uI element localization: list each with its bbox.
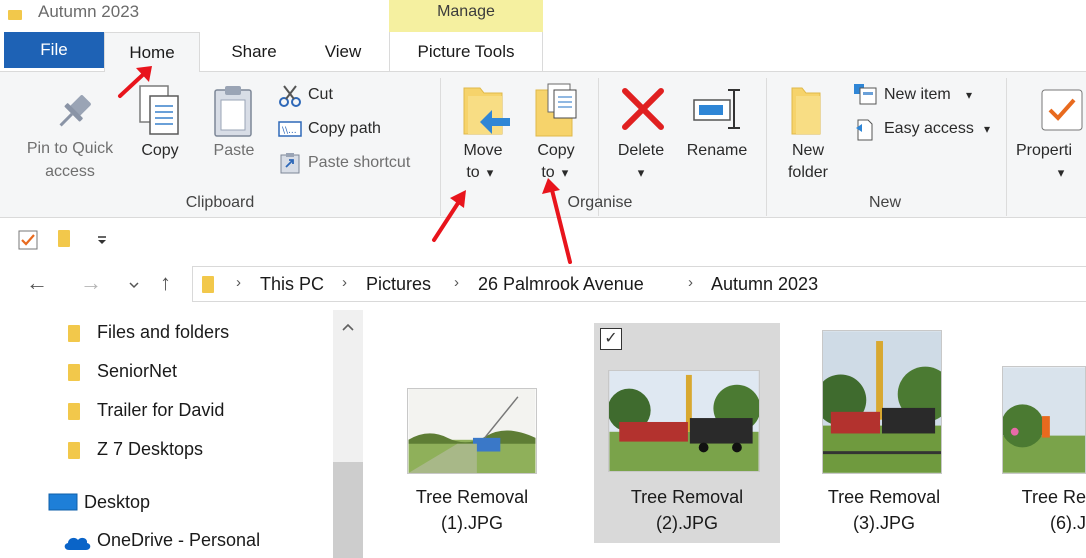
paste-icon [214,86,252,137]
folder-icon [202,276,214,293]
properties-icon[interactable] [18,230,38,250]
folder-icon [68,442,80,459]
nav-item-label: SeniorNet [97,361,178,381]
move-to-label-line2: to [466,164,480,181]
nav-item-label: Z 7 Desktops [97,439,204,459]
annotation-arrow [432,190,466,242]
chevron-down-icon: ▾ [1057,165,1065,180]
image-thumbnail [407,388,537,474]
image-thumbnail [1002,366,1086,474]
paste-label: Paste [213,142,255,159]
cloud-icon [64,537,91,550]
ribbon-separator [766,78,767,216]
new-folder-icon [791,87,821,135]
copy-to-label-line1: Copy [537,142,575,159]
ribbon-separator [1006,78,1007,216]
file-name-line1: Tree Removal [415,487,529,507]
nav-item-label: Trailer for David [97,400,225,420]
file-name-line1: Tree Re [1021,487,1086,507]
folder-icon [68,364,80,381]
tab-share[interactable]: Share [214,32,294,72]
paste-shortcut-label: Paste shortcut [308,154,411,171]
breadcrumb-autumn-2023[interactable]: Autumn 2023 [711,274,818,295]
window-title: Autumn 2023 [38,2,140,21]
image-thumbnail [822,330,942,474]
nav-item-label: Files and folders [97,322,230,342]
breadcrumb-separator[interactable]: › [236,274,241,291]
rename-label: Rename [686,142,748,159]
easy-access-label: Easy access [884,120,974,137]
file-name-line1: Tree Removal [827,487,941,507]
pin-label-line2: access [45,163,95,180]
recent-locations-icon[interactable] [128,280,140,290]
file-name-line2: (6).J [1050,513,1086,533]
chevron-down-icon: ▾ [637,165,645,180]
new-item-icon [854,84,877,105]
new-group-label: New [868,194,901,211]
chevron-down-icon: ▾ [984,122,991,136]
manage-label: Manage [437,3,495,20]
nav-item-label: OneDrive - Personal [97,530,261,550]
pin-label-line1: Pin to Quick [26,140,114,157]
delete-icon [622,88,664,130]
chevron-down-icon: ▾ [486,165,494,180]
nav-scrollbar-thumb[interactable] [333,462,363,558]
properties-icon [1041,89,1083,131]
scroll-up-icon[interactable] [341,322,355,332]
breadcrumb-separator[interactable]: › [454,274,459,291]
svg-text:\\...: \\... [282,126,297,136]
new-folder-label-line1: New [791,142,824,159]
move-to-icon [463,87,510,135]
breadcrumb-separator[interactable]: › [688,274,693,291]
tab-view[interactable]: View [308,32,378,72]
pin-icon [59,95,91,127]
properties-label: Properti [1016,142,1073,159]
back-arrow-icon[interactable]: ← [26,270,48,296]
breadcrumb-this-pc[interactable]: This PC [260,274,324,295]
image-thumbnail [608,370,760,472]
folder-icon [8,10,22,20]
scissors-icon [279,85,301,107]
tab-picture-tools[interactable]: Picture Tools [389,32,543,72]
rename-icon [693,89,740,129]
copy-label: Copy [141,142,179,159]
chevron-down-icon: ▾ [966,88,973,102]
nav-item-label: Desktop [84,492,151,512]
new-folder-icon[interactable] [58,230,70,247]
delete-label: Delete [617,142,665,159]
file-name-line2: (1).JPG [440,513,503,533]
file-name-line2: (3).JPG [852,513,915,533]
annotation-arrow [118,66,152,98]
clipboard-group-label: Clipboard [185,194,255,211]
easy-access-icon [856,119,873,141]
desktop-icon [48,493,78,511]
paste-shortcut-icon [280,153,300,174]
file-name-line1: Tree Removal [630,487,744,507]
customize-toolbar-icon[interactable] [96,234,108,246]
ribbon-tab-row: File Home Share View Picture Tools [0,32,1086,73]
contextual-tab-group: Manage [389,0,543,32]
copy-path-icon: \\... [278,121,302,137]
cut-label: Cut [308,86,333,103]
forward-arrow-icon[interactable]: → [80,270,102,296]
file-name-line2: (2).JPG [655,513,718,533]
breadcrumb-26-palmrook-avenue[interactable]: 26 Palmrook Avenue [478,274,644,295]
move-to-label-line1: Move [463,142,503,159]
copy-to-icon [535,83,577,137]
copy-path-label: Copy path [308,120,381,137]
folder-icon [68,325,80,342]
annotation-arrow [542,178,572,264]
new-folder-label-line2: folder [787,164,829,181]
breadcrumb-pictures[interactable]: Pictures [366,274,431,295]
up-arrow-icon[interactable]: ↑ [160,270,171,296]
title-bar: Autumn 2023 Manage [0,0,1086,32]
navigation-pane: Files and folders SeniorNet Trailer for … [0,310,365,558]
folder-icon [68,403,80,420]
tab-file[interactable]: File [4,32,104,68]
selection-checkbox[interactable]: ✓ [600,328,622,350]
new-item-label: New item [884,86,951,103]
breadcrumb-separator[interactable]: › [342,274,347,291]
